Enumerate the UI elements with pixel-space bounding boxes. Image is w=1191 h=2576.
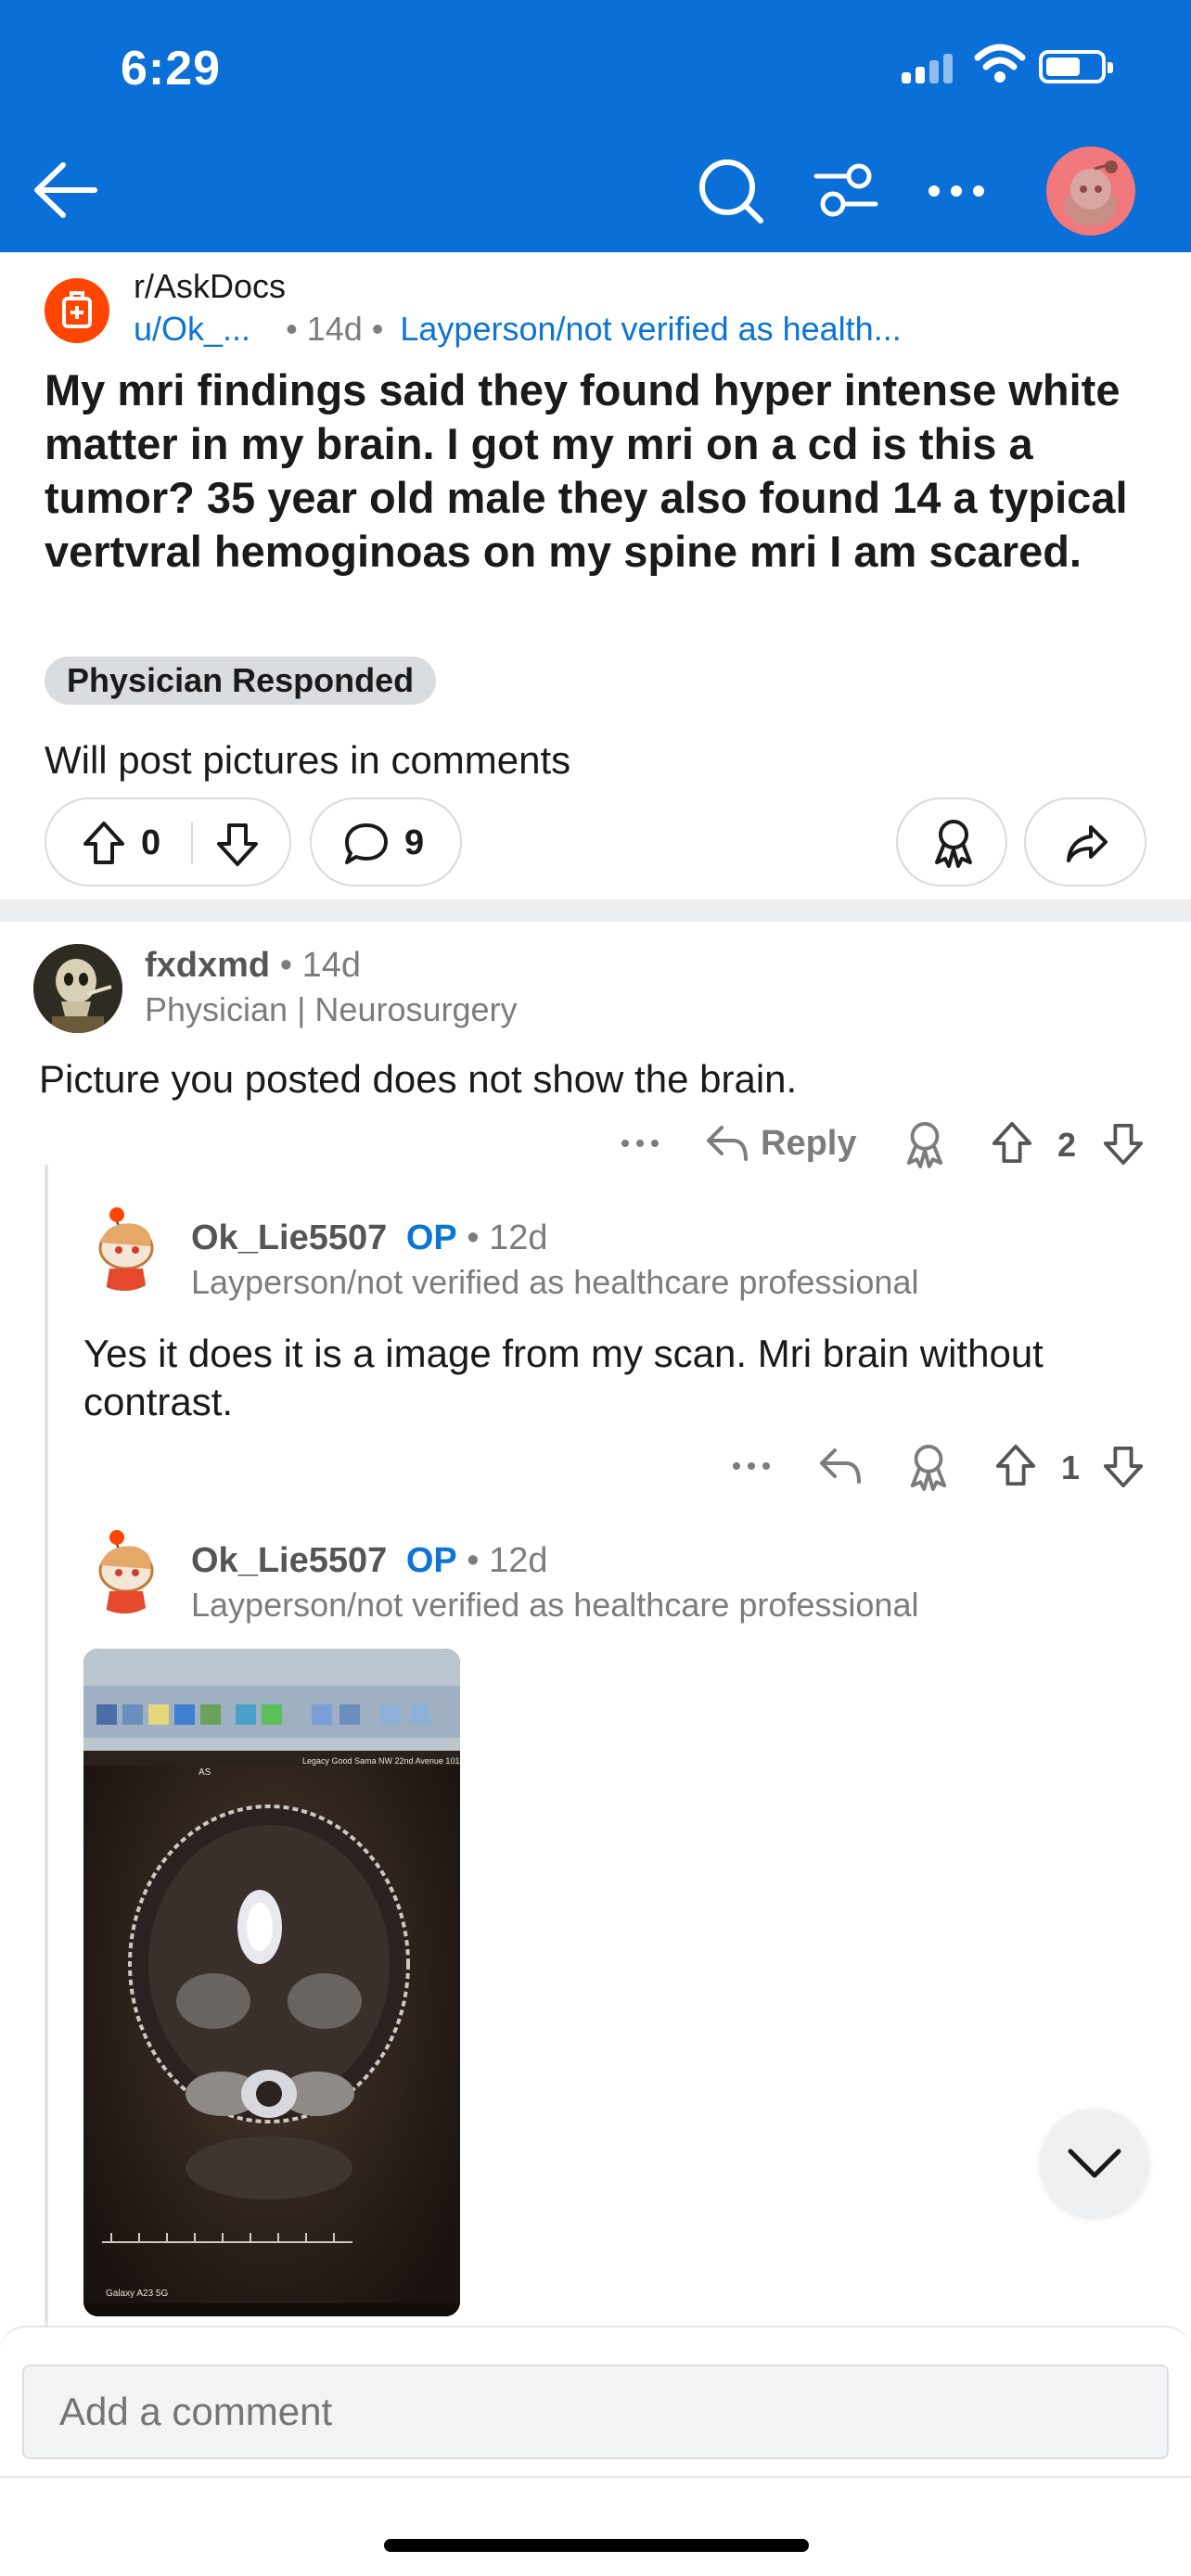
comment-username[interactable]: Ok_Lie5507 <box>191 1218 387 1257</box>
comment-vote-count: 1 <box>1061 1448 1081 1486</box>
post-body: Will post pictures in comments <box>45 738 571 782</box>
top-bar: 6:29 <box>0 0 1191 252</box>
thread-line[interactable] <box>45 1165 48 2329</box>
filter-icon[interactable] <box>813 158 879 224</box>
commenter-avatar[interactable] <box>80 1202 169 1291</box>
comment-author-flair: Layperson/not verified as healthcare pro… <box>191 1586 919 1624</box>
comment-time: • 14d <box>279 946 361 985</box>
comment-time: • 12d <box>467 1218 548 1257</box>
comment-username[interactable]: Ok_Lie5507 <box>191 1541 387 1580</box>
post-author[interactable]: u/Ok_... <box>134 310 250 348</box>
snoo-avatar-icon <box>98 1207 154 1291</box>
award-icon[interactable] <box>907 1443 950 1491</box>
comment-author-line: Ok_Lie5507 OP • 12d <box>191 1541 548 1581</box>
comment-vote-count: 2 <box>1057 1126 1077 1164</box>
wifi-icon <box>974 44 1026 83</box>
downvote-icon[interactable] <box>1102 1122 1145 1167</box>
reply-icon[interactable] <box>705 1124 749 1163</box>
mri-caption: Legacy Good Sama NW 22nd Avenue 1015,Por… <box>302 1756 460 1766</box>
vote-divider <box>191 822 193 864</box>
mri-scan-image[interactable]: AS Legacy Good Sama NW 22nd Avenue 1015,… <box>83 1649 460 2316</box>
award-icon <box>935 820 972 868</box>
commenter-avatar[interactable] <box>80 1524 169 1613</box>
share-icon <box>1067 825 1108 862</box>
post-age: • 14d • <box>286 310 384 348</box>
upvote-icon[interactable] <box>82 820 126 866</box>
cellular-signal-icon <box>902 54 954 83</box>
author-flair: Layperson/not verified as health... <box>400 310 902 348</box>
reply-icon[interactable] <box>818 1447 863 1486</box>
post-title: My mri findings said they found hyper in… <box>45 365 1128 576</box>
comment-more-icon[interactable] <box>620 1137 660 1150</box>
share-button[interactable] <box>1024 797 1146 886</box>
comment-time: • 12d <box>467 1541 548 1580</box>
comment-author-line: fxdxmd • 14d <box>145 946 361 986</box>
comment-body: Picture you posted does not show the bra… <box>39 1057 798 1101</box>
section-divider <box>0 899 1191 922</box>
subreddit-icon[interactable] <box>45 278 109 343</box>
home-indicator[interactable] <box>384 2539 809 2552</box>
downvote-icon[interactable] <box>1102 1445 1145 1489</box>
op-badge: OP <box>405 1541 457 1580</box>
comment-icon <box>345 823 388 864</box>
comment-more-icon[interactable] <box>731 1460 772 1473</box>
skull-avatar-icon <box>33 944 122 1033</box>
mri-side-label: AS <box>198 1767 211 1778</box>
screen: 6:29 r/AskDocs u/Ok_... • 14d • Layperso… <box>0 0 1191 2576</box>
add-comment-input[interactable] <box>22 2365 1169 2459</box>
upvote-icon[interactable] <box>994 1443 1037 1487</box>
comment-author-flair: Layperson/not verified as healthcare pro… <box>191 1263 919 1301</box>
composer-divider <box>0 2476 1191 2478</box>
post-flair[interactable]: Physician Responded <box>45 657 437 705</box>
post-vote-count: 0 <box>141 823 161 862</box>
comment-body: Yes it does it is a image from my scan. … <box>83 1332 1044 1423</box>
back-arrow-icon[interactable] <box>33 161 98 219</box>
snoo-avatar-icon <box>98 1530 154 1613</box>
post-comments-button[interactable]: 9 <box>310 797 462 886</box>
comment-username[interactable]: fxdxmd <box>145 946 270 985</box>
more-icon[interactable] <box>926 182 987 200</box>
post-meta: u/Ok_... • 14d • Layperson/not verified … <box>134 310 902 349</box>
comment-author-line: Ok_Lie5507 OP • 12d <box>191 1218 548 1258</box>
phone-watermark: Galaxy A23 5G <box>106 2289 168 2299</box>
subreddit-name[interactable]: r/AskDocs <box>134 267 286 306</box>
award-button[interactable] <box>896 797 1007 886</box>
comment-author-flair: Physician | Neurosurgery <box>145 990 518 1028</box>
profile-avatar[interactable] <box>1046 147 1135 236</box>
reply-button[interactable]: Reply <box>761 1124 856 1164</box>
commenter-avatar[interactable] <box>33 944 122 1033</box>
post-vote-bar: 0 <box>45 797 291 886</box>
scroll-down-button[interactable] <box>1041 2109 1148 2216</box>
search-icon[interactable] <box>698 158 764 224</box>
upvote-icon[interactable] <box>991 1120 1033 1165</box>
chevron-down-icon <box>1068 2149 1121 2178</box>
award-icon[interactable] <box>903 1120 946 1168</box>
post-comment-count: 9 <box>404 823 425 862</box>
battery-icon <box>1039 50 1113 83</box>
mri-photo: AS Legacy Good Sama NW 22nd Avenue 1015,… <box>83 1649 460 2316</box>
op-badge: OP <box>405 1218 457 1257</box>
snoo-avatar-icon <box>1065 160 1118 226</box>
status-time: 6:29 <box>121 42 222 96</box>
medical-bag-icon <box>62 291 92 328</box>
downvote-icon[interactable] <box>215 822 260 868</box>
